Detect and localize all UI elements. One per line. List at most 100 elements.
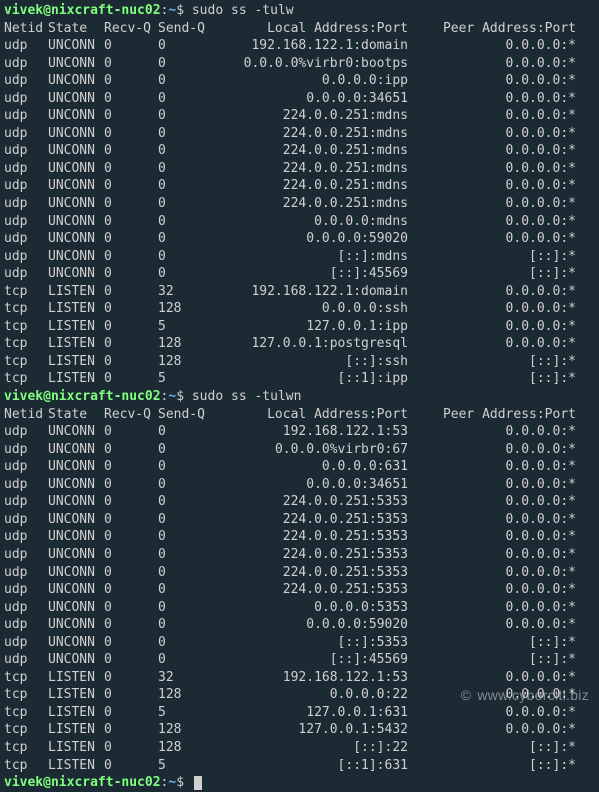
cell-sendq: 0	[158, 142, 212, 160]
cursor-icon	[194, 776, 202, 790]
cell-local: 224.0.0.251:mdns	[212, 160, 412, 178]
cell-local: 0.0.0.0%virbr0:67	[212, 441, 412, 459]
cell-netid: udp	[4, 72, 48, 90]
cell-recvq: 0	[104, 493, 158, 511]
table-row: udpUNCONN00[::]:45569[::]:*	[4, 651, 595, 669]
cell-local: 0.0.0.0:631	[212, 458, 412, 476]
cell-local: [::]:22	[212, 739, 412, 757]
cell-state: UNCONN	[48, 528, 104, 546]
cell-peer: 0.0.0.0:*	[412, 283, 576, 301]
cell-state: UNCONN	[48, 37, 104, 55]
cell-peer: 0.0.0.0:*	[412, 125, 576, 143]
cell-netid: udp	[4, 160, 48, 178]
table-header: NetidStateRecv-QSend-QLocal Address:Port…	[4, 20, 595, 38]
table-row: tcpLISTEN0128127.0.0.1:54320.0.0.0:*	[4, 721, 595, 739]
cell-recvq: 0	[104, 213, 158, 231]
cell-state: LISTEN	[48, 318, 104, 336]
cell-state: UNCONN	[48, 511, 104, 529]
cell-local: 224.0.0.251:mdns	[212, 125, 412, 143]
cell-sendq: 0	[158, 195, 212, 213]
cell-sendq: 0	[158, 177, 212, 195]
table-row: udpUNCONN000.0.0.0:6310.0.0.0:*	[4, 458, 595, 476]
cell-recvq: 0	[104, 125, 158, 143]
table-row: udpUNCONN00192.168.122.1:530.0.0.0:*	[4, 423, 595, 441]
cell-sendq: 0	[158, 581, 212, 599]
table-row: tcpLISTEN0128127.0.0.1:postgresql0.0.0.0…	[4, 335, 595, 353]
cell-netid: tcp	[4, 300, 48, 318]
cell-netid: udp	[4, 195, 48, 213]
table-row: udpUNCONN000.0.0.0%virbr0:670.0.0.0:*	[4, 441, 595, 459]
hdr-peer: Peer Address:Port	[412, 20, 576, 38]
cell-netid: udp	[4, 213, 48, 231]
cell-recvq: 0	[104, 230, 158, 248]
table-row: tcpLISTEN05127.0.0.1:6310.0.0.0:*	[4, 704, 595, 722]
cell-recvq: 0	[104, 528, 158, 546]
table-row: tcpLISTEN032192.168.122.1:530.0.0.0:*	[4, 669, 595, 687]
cell-sendq: 0	[158, 616, 212, 634]
cell-local: 192.168.122.1:53	[212, 669, 412, 687]
cell-sendq: 32	[158, 283, 212, 301]
cell-recvq: 0	[104, 353, 158, 371]
cell-recvq: 0	[104, 739, 158, 757]
hdr-local: Local Address:Port	[212, 20, 412, 38]
table-row: udpUNCONN00[::]:45569[::]:*	[4, 265, 595, 283]
cell-state: UNCONN	[48, 55, 104, 73]
cell-sendq: 0	[158, 37, 212, 55]
cell-recvq: 0	[104, 300, 158, 318]
table-row: udpUNCONN000.0.0.0:ipp0.0.0.0:*	[4, 72, 595, 90]
cell-peer: 0.0.0.0:*	[412, 564, 576, 582]
table-header: NetidStateRecv-QSend-QLocal Address:Port…	[4, 406, 595, 424]
cell-state: UNCONN	[48, 160, 104, 178]
cell-state: UNCONN	[48, 72, 104, 90]
cell-recvq: 0	[104, 564, 158, 582]
terminal-output[interactable]: vivek@nixcraft-nuc02:~$ sudo ss -tulwNet…	[4, 2, 595, 792]
hdr-local: Local Address:Port	[212, 406, 412, 424]
cell-sendq: 0	[158, 564, 212, 582]
watermark-text: www.cyberciti.biz	[477, 687, 589, 703]
cell-recvq: 0	[104, 90, 158, 108]
table-row: udpUNCONN00224.0.0.251:53530.0.0.0:*	[4, 511, 595, 529]
cell-peer: 0.0.0.0:*	[412, 300, 576, 318]
cell-sendq: 128	[158, 353, 212, 371]
table-row: udpUNCONN000.0.0.0:346510.0.0.0:*	[4, 476, 595, 494]
cell-local: 0.0.0.0:22	[212, 686, 412, 704]
cell-netid: udp	[4, 616, 48, 634]
cell-sendq: 0	[158, 546, 212, 564]
cell-state: LISTEN	[48, 353, 104, 371]
hdr-state: State	[48, 20, 104, 38]
cell-recvq: 0	[104, 458, 158, 476]
table-row: udpUNCONN00224.0.0.251:mdns0.0.0.0:*	[4, 107, 595, 125]
cell-state: UNCONN	[48, 90, 104, 108]
cell-netid: udp	[4, 142, 48, 160]
cell-recvq: 0	[104, 335, 158, 353]
cell-local: 224.0.0.251:5353	[212, 528, 412, 546]
cell-peer: 0.0.0.0:*	[412, 528, 576, 546]
cell-local: 0.0.0.0:5353	[212, 599, 412, 617]
cell-netid: udp	[4, 423, 48, 441]
table-row: udpUNCONN00224.0.0.251:mdns0.0.0.0:*	[4, 160, 595, 178]
cell-peer: 0.0.0.0:*	[412, 72, 576, 90]
prompt-user: vivek	[4, 775, 43, 790]
hdr-recvq: Recv-Q	[104, 406, 158, 424]
cell-local: 224.0.0.251:5353	[212, 511, 412, 529]
cell-sendq: 128	[158, 300, 212, 318]
prompt-line: vivek@nixcraft-nuc02:~$	[4, 774, 595, 792]
cell-sendq: 128	[158, 739, 212, 757]
cell-peer: 0.0.0.0:*	[412, 160, 576, 178]
cell-local: 127.0.0.1:5432	[212, 721, 412, 739]
cell-local: 224.0.0.251:mdns	[212, 107, 412, 125]
cell-netid: tcp	[4, 283, 48, 301]
cell-local: 192.168.122.1:domain	[212, 283, 412, 301]
cell-sendq: 128	[158, 335, 212, 353]
cell-peer: 0.0.0.0:*	[412, 230, 576, 248]
cell-peer: 0.0.0.0:*	[412, 107, 576, 125]
cell-local: 224.0.0.251:mdns	[212, 142, 412, 160]
cell-local: 127.0.0.1:postgresql	[212, 335, 412, 353]
cell-peer: 0.0.0.0:*	[412, 195, 576, 213]
cell-netid: tcp	[4, 318, 48, 336]
cell-recvq: 0	[104, 581, 158, 599]
cell-state: UNCONN	[48, 230, 104, 248]
cell-state: UNCONN	[48, 634, 104, 652]
cell-state: UNCONN	[48, 546, 104, 564]
cell-local: 192.168.122.1:domain	[212, 37, 412, 55]
